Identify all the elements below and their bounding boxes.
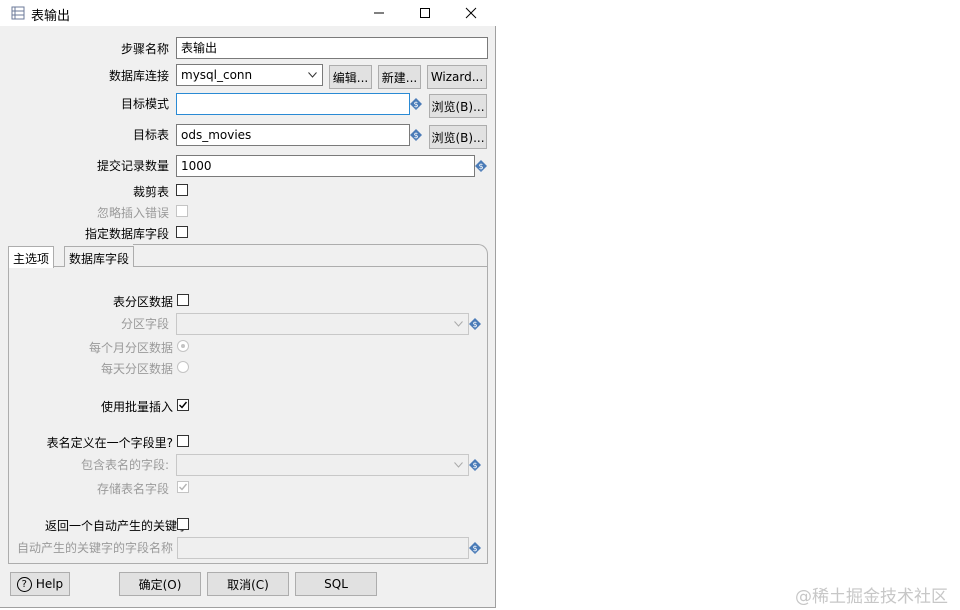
tab-database-fields[interactable]: 数据库字段 (64, 246, 135, 267)
radio-selected-dot (181, 344, 185, 348)
close-icon (465, 7, 477, 19)
variable-icon: $ (469, 459, 481, 471)
return-key-label: 返回一个自动产生的关键字 (44, 519, 189, 533)
truncate-table-checkbox[interactable] (176, 184, 188, 196)
cancel-button[interactable]: 取消(C) (207, 572, 289, 596)
new-connection-button[interactable]: 新建... (378, 65, 421, 89)
tablename-in-field-checkbox[interactable] (177, 435, 189, 447)
specify-fields-label: 指定数据库字段 (84, 227, 169, 241)
svg-text:$: $ (472, 320, 477, 329)
minimize-icon (374, 12, 384, 14)
return-key-checkbox[interactable] (177, 518, 189, 530)
partition-field-label: 分区字段 (120, 317, 169, 331)
target-schema-input[interactable] (176, 93, 410, 115)
ignore-errors-label: 忽略插入错误 (96, 206, 169, 220)
use-batch-checkbox[interactable] (177, 399, 189, 411)
use-batch-label: 使用批量插入 (100, 400, 173, 414)
partition-field-select[interactable] (176, 313, 469, 335)
svg-text:$: $ (472, 461, 477, 470)
specify-fields-checkbox[interactable] (176, 226, 188, 238)
svg-text:$: $ (478, 162, 483, 171)
partition-daily-label: 每天分区数据 (100, 362, 173, 376)
chevron-down-icon (450, 315, 467, 333)
target-schema-label: 目标模式 (120, 97, 169, 111)
ok-button[interactable]: 确定(O) (119, 572, 201, 596)
tab-main-options[interactable]: 主选项 (8, 246, 55, 268)
tab-strip-border (133, 244, 488, 267)
partition-data-checkbox[interactable] (177, 294, 189, 306)
variable-icon: $ (469, 542, 481, 554)
sql-button[interactable]: SQL (295, 572, 377, 596)
help-label: Help (35, 577, 64, 591)
partition-monthly-label: 每个月分区数据 (88, 341, 173, 355)
wizard-button[interactable]: Wizard... (427, 65, 487, 89)
tablename-field-label: 包含表名的字段: (80, 458, 169, 472)
maximize-icon (420, 8, 430, 18)
commit-size-input[interactable]: 1000 (176, 155, 475, 177)
window-title: 表输出 (31, 9, 71, 24)
store-tablename-label: 存储表名字段 (96, 482, 169, 496)
step-name-label: 步骤名称 (120, 42, 169, 56)
browse-schema-button[interactable]: 浏览(B)... (429, 94, 487, 118)
chevron-down-icon (304, 66, 321, 84)
table-output-icon (11, 6, 25, 20)
generated-key-field-label: 自动产生的关键字的字段名称 (16, 541, 173, 555)
edit-connection-button[interactable]: 编辑... (329, 65, 372, 89)
title-bar: 表输出 (0, 0, 496, 26)
target-table-label: 目标表 (132, 128, 169, 142)
help-button[interactable]: ? Help (10, 572, 70, 596)
watermark: @稀土掘金技术社区 (795, 587, 948, 607)
checkmark-icon (179, 401, 188, 409)
checkmark-icon (179, 483, 188, 491)
table-output-dialog: 表输出 步骤名称 表输出 数据库连接 mysql_conn 编辑... 新建..… (0, 0, 496, 608)
connection-value: mysql_conn (181, 68, 253, 82)
svg-text:$: $ (472, 544, 477, 553)
maximize-button[interactable] (402, 0, 448, 26)
store-tablename-checkbox[interactable] (177, 481, 189, 493)
variable-icon: $ (410, 98, 422, 110)
commit-size-label: 提交记录数量 (96, 159, 169, 173)
svg-text:$: $ (413, 131, 418, 140)
generated-key-field-input[interactable] (177, 537, 469, 559)
partition-daily-radio[interactable] (177, 361, 189, 373)
partition-monthly-radio[interactable] (177, 340, 189, 352)
close-button[interactable] (448, 0, 494, 26)
variable-icon: $ (469, 318, 481, 330)
minimize-button[interactable] (356, 0, 402, 26)
variable-icon: $ (475, 160, 487, 172)
step-name-input[interactable]: 表输出 (176, 37, 488, 59)
truncate-table-label: 裁剪表 (132, 185, 169, 199)
svg-text:$: $ (413, 100, 418, 109)
tablename-in-field-label: 表名定义在一个字段里? (46, 436, 173, 450)
browse-table-button[interactable]: 浏览(B)... (429, 125, 487, 149)
partition-data-label: 表分区数据 (112, 295, 173, 309)
chevron-down-icon (450, 456, 467, 474)
help-icon: ? (16, 576, 32, 592)
ignore-errors-checkbox[interactable] (176, 205, 188, 217)
connection-select[interactable]: mysql_conn (176, 64, 323, 86)
target-table-input[interactable]: ods_movies (176, 124, 410, 146)
variable-icon: $ (410, 129, 422, 141)
tablename-field-select[interactable] (176, 454, 469, 476)
connection-label: 数据库连接 (108, 69, 169, 83)
